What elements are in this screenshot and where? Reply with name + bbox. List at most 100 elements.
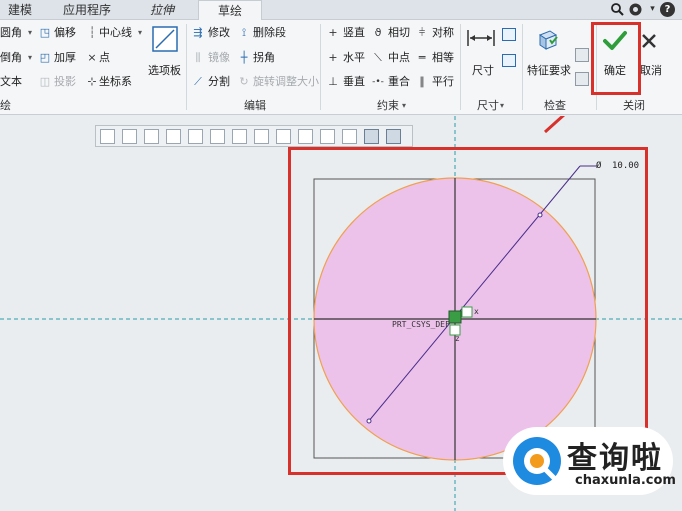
centerline-icon: ┆ (88, 26, 96, 39)
vertical-button[interactable]: 竖直 (343, 26, 365, 40)
point-button[interactable]: 点 (99, 51, 110, 65)
midpoint-icon: ⟍ (374, 51, 382, 64)
view-manager-icon[interactable] (232, 129, 247, 144)
midpoint-button[interactable]: 中点 (388, 51, 410, 65)
text-button[interactable]: 文本 (0, 75, 22, 89)
cancel-button[interactable]: 取消 (640, 62, 662, 78)
modify-button[interactable]: 修改 (208, 26, 230, 40)
mirror-button[interactable]: 镜像 (208, 51, 230, 65)
zoom-in-icon[interactable] (122, 129, 137, 144)
perspective-icon[interactable] (254, 129, 269, 144)
tab-applications[interactable]: 应用程序 (44, 0, 130, 20)
feature-requirements-button[interactable]: 特征要求 (527, 62, 571, 78)
inspect-small-icon[interactable] (575, 72, 589, 86)
watermark-url: chaxunla.com (575, 473, 676, 488)
offset-button[interactable]: 偏移 (54, 26, 76, 40)
palette-button[interactable]: 选项板 (148, 62, 181, 78)
annotation-display-icon[interactable] (298, 129, 313, 144)
search-icon[interactable] (610, 2, 625, 17)
horizontal-button[interactable]: 水平 (343, 51, 365, 65)
tab-sketch[interactable]: 草绘 (198, 0, 262, 21)
group-divider (186, 24, 187, 110)
palette-icon[interactable] (152, 26, 178, 52)
tab-extrude[interactable]: 拉伸 (134, 0, 190, 20)
help-icon[interactable]: ? (660, 2, 675, 17)
sketch-display-filters-icon[interactable] (364, 129, 379, 144)
delete-segment-icon: ⟟ (241, 26, 247, 39)
group-divider (320, 24, 321, 110)
display-style-icon[interactable] (188, 129, 203, 144)
coincident-icon: -•- (372, 77, 384, 87)
ribbon-tab-bar: 建模 应用程序 拉伸 草绘 ▾ ? (0, 0, 682, 21)
tab-modeling[interactable]: 建模 (0, 0, 40, 20)
repaint-icon[interactable] (166, 129, 181, 144)
rotate-resize-button[interactable]: 旋转调整大小 (253, 75, 319, 89)
divide-button[interactable]: 分割 (208, 75, 230, 89)
dimension-group-label: 尺寸 (477, 99, 499, 112)
edit-group-label: 编辑 (244, 99, 266, 112)
vertical-icon: + (328, 26, 338, 39)
close-group-label: 关闭 (623, 99, 645, 112)
perpendicular-icon: ⊥ (328, 75, 338, 88)
chevron-down-icon[interactable]: ▾ (134, 27, 146, 39)
sketch-highlight-frame (288, 147, 648, 475)
ribbon: 圆角 ▾ 倒角 ▾ 文本 ◳ 偏移 ◰ 加厚 ◫ 投影 ┆ 中心线 ▾ × 点 … (0, 20, 682, 115)
delete-segment-button[interactable]: 删除段 (253, 26, 286, 40)
rotate-resize-icon: ↻ (239, 75, 249, 88)
divide-icon: ⟋ (194, 75, 202, 88)
constrain-group-label: 约束 (377, 99, 399, 112)
datum-display-icon[interactable] (276, 129, 291, 144)
constraint-display-icon[interactable] (386, 129, 401, 144)
dimension-small-icon[interactable] (502, 54, 516, 67)
point-icon: × (87, 51, 97, 64)
parallel-button[interactable]: 平行 (432, 75, 454, 89)
watermark-logo-icon (511, 435, 563, 487)
graphics-toolbar (95, 125, 413, 147)
dimension-icon[interactable] (466, 28, 496, 48)
inspect-group-label: 检查 (544, 99, 566, 112)
offset-icon: ◳ (39, 26, 51, 39)
refit-icon[interactable] (100, 129, 115, 144)
parallel-icon: ∥ (419, 75, 425, 88)
ok-highlight-frame (591, 22, 641, 95)
feature-requirements-icon[interactable] (536, 28, 560, 52)
zoom-out-icon[interactable] (144, 129, 159, 144)
spin-center-icon[interactable] (320, 129, 335, 144)
mirror-icon: ⫼ (195, 51, 201, 64)
project-icon: ◫ (39, 75, 51, 88)
sketch-view-icon[interactable] (342, 129, 357, 144)
csys-icon: ⊹ (87, 75, 97, 88)
chevron-down-icon[interactable]: ▾ (24, 27, 36, 39)
chevron-down-icon[interactable]: ▾ (500, 101, 504, 110)
equal-button[interactable]: 相等 (432, 51, 454, 65)
dimension-small-icon[interactable] (502, 28, 516, 41)
symmetric-icon: ⫩ (418, 26, 426, 39)
tangent-button[interactable]: 相切 (388, 26, 410, 40)
inspect-small-icon[interactable] (575, 48, 589, 62)
chevron-down-icon[interactable]: ▾ (402, 101, 406, 110)
horizontal-icon: + (328, 51, 338, 64)
watermark-title: 查询啦 (567, 441, 663, 476)
csys-button[interactable]: 坐标系 (99, 75, 132, 89)
annotation-arrow (543, 116, 566, 134)
centerline-button[interactable]: 中心线 (99, 26, 132, 40)
perpendicular-button[interactable]: 垂直 (343, 75, 365, 89)
chevron-down-icon[interactable]: ▾ (24, 52, 36, 64)
settings-icon[interactable] (628, 2, 643, 17)
chevron-down-icon[interactable]: ▾ (645, 2, 660, 17)
thicken-button[interactable]: 加厚 (54, 51, 76, 65)
symmetric-button[interactable]: 对称 (432, 26, 454, 40)
sketch-group-label: 绘 (0, 99, 11, 112)
watermark: 查询啦 chaxunla.com (503, 427, 676, 495)
close-icon[interactable] (641, 33, 657, 49)
chamfer-button[interactable]: 倒角 (0, 51, 22, 65)
project-button[interactable]: 投影 (54, 75, 76, 89)
corner-button[interactable]: 拐角 (253, 51, 275, 65)
coincident-button[interactable]: 重合 (388, 75, 410, 89)
dimension-button[interactable]: 尺寸 (472, 62, 494, 78)
round-button[interactable]: 圆角 (0, 26, 22, 40)
modify-icon: ⇶ (193, 26, 203, 39)
thicken-icon: ◰ (39, 51, 51, 64)
saved-orientations-icon[interactable] (210, 129, 225, 144)
corner-icon: ┼ (240, 51, 248, 64)
